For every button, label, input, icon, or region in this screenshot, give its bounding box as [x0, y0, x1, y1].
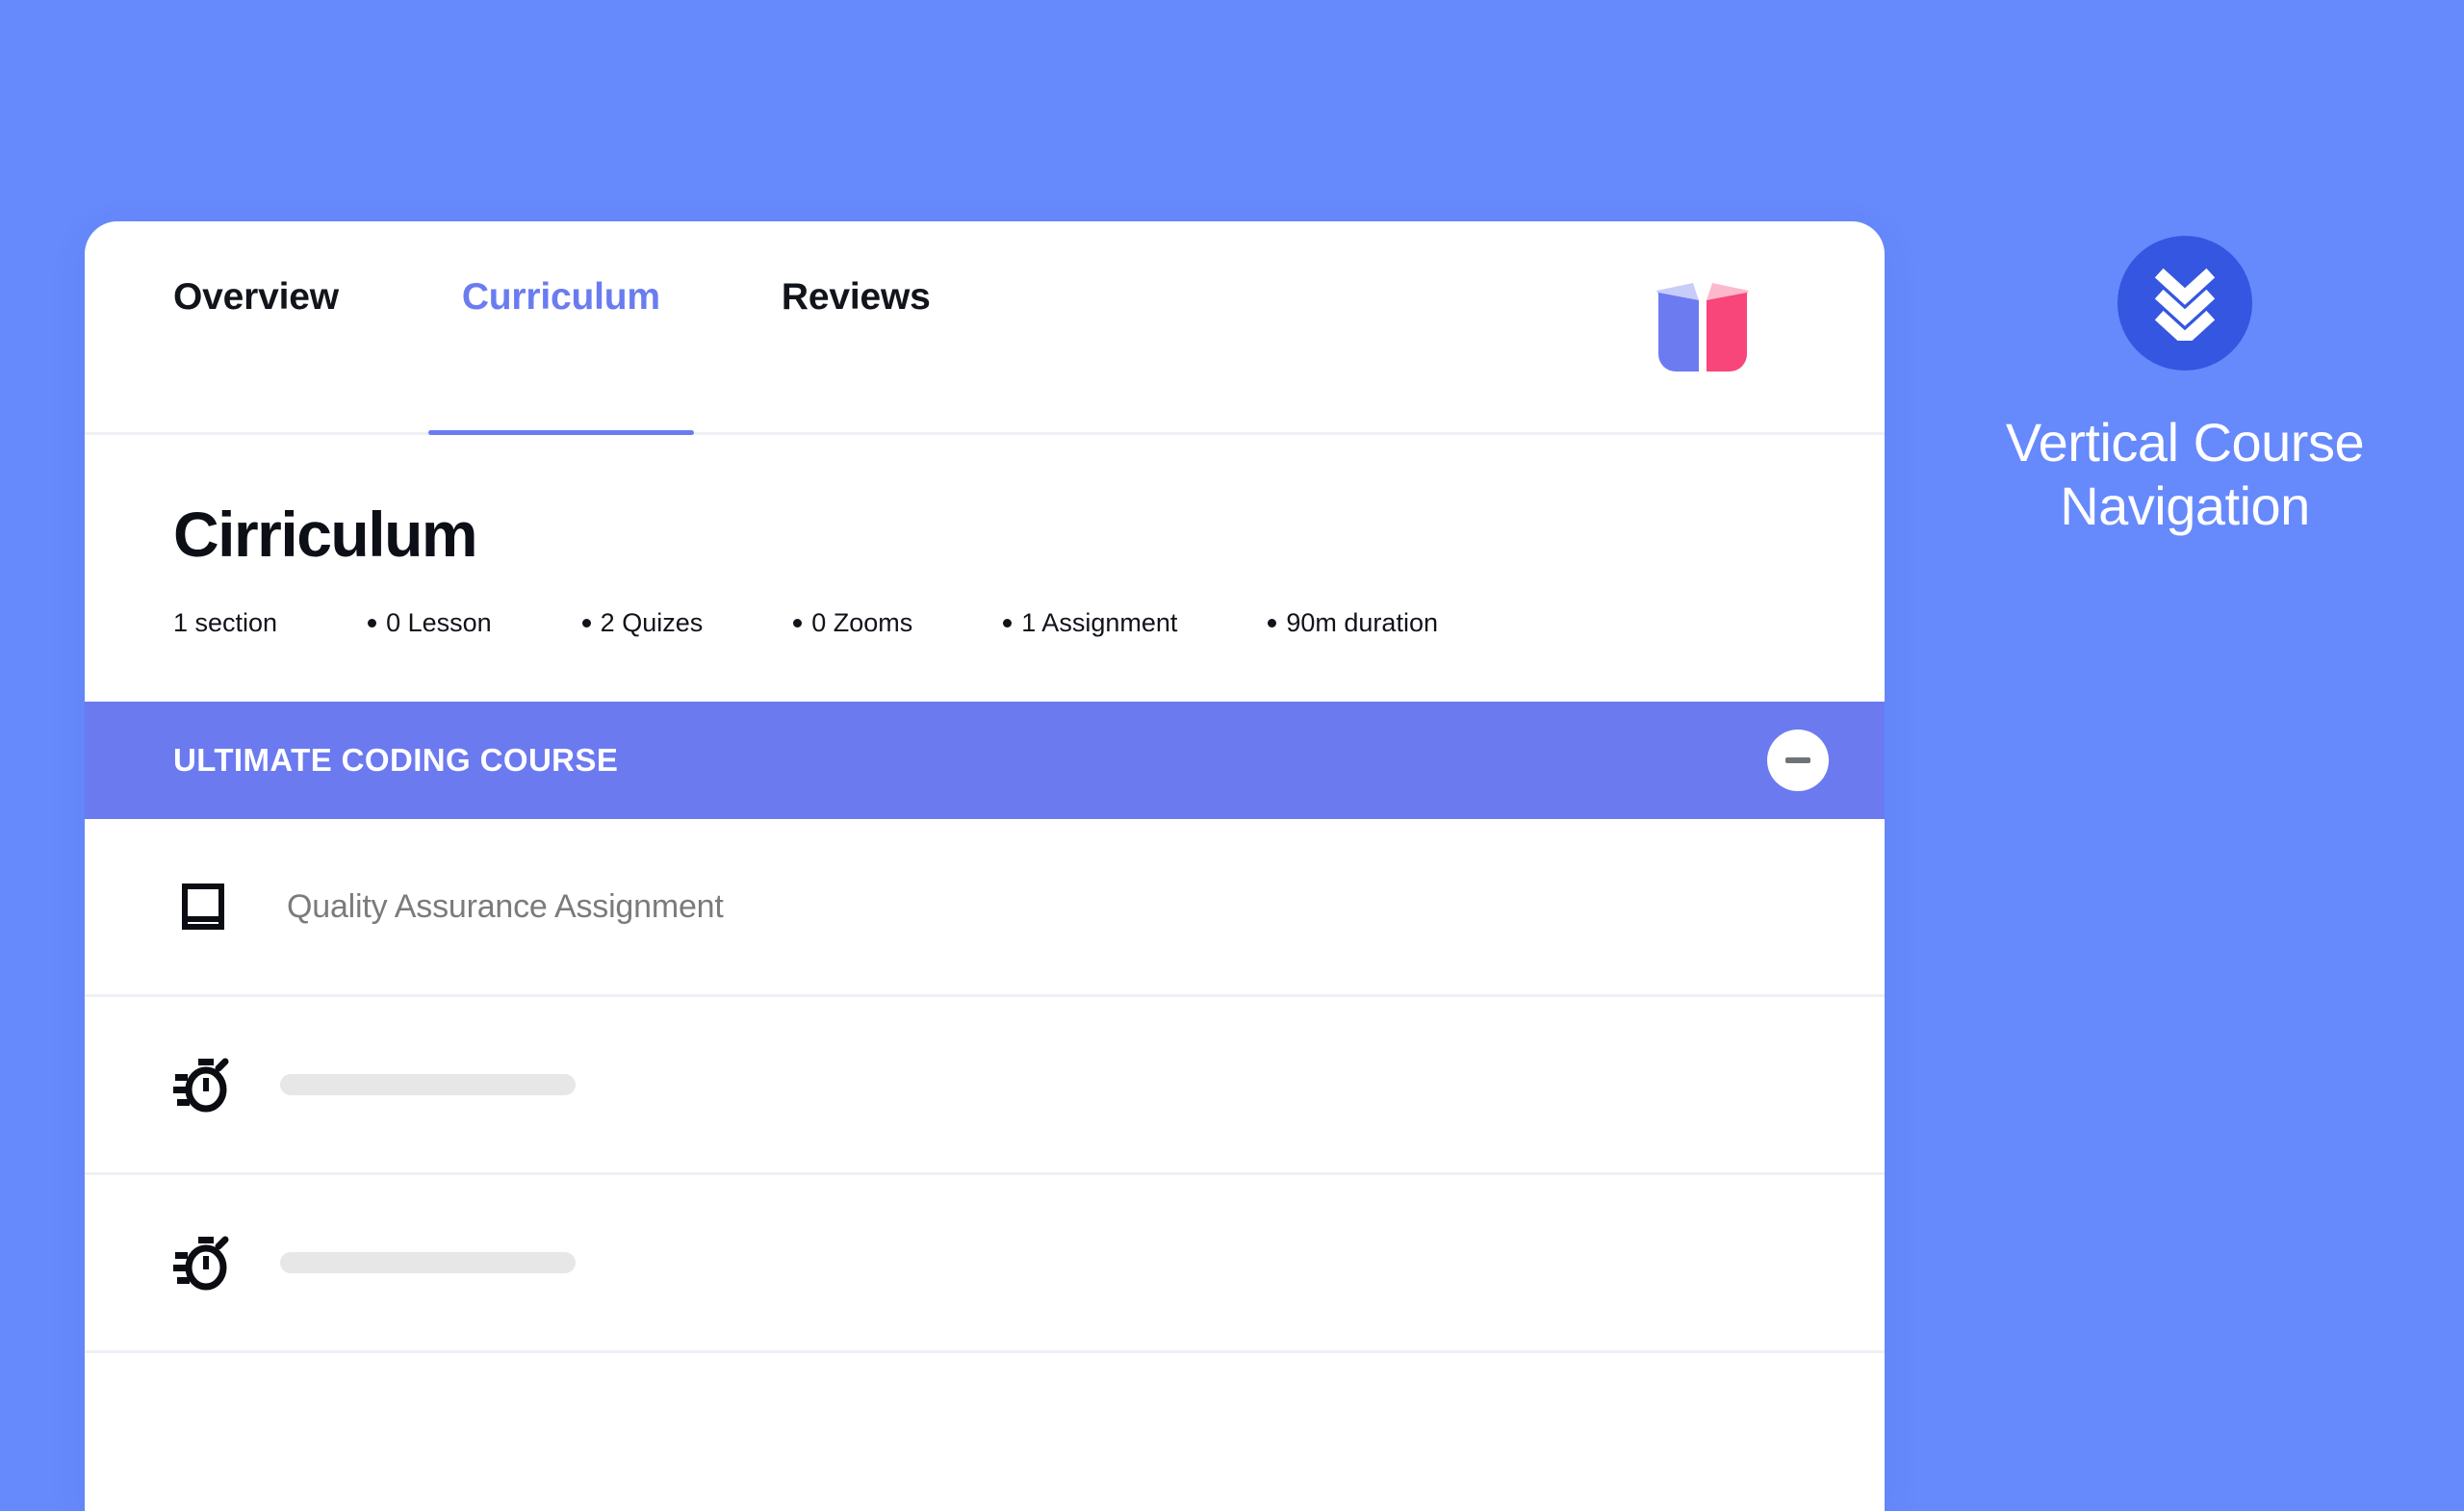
tab-curriculum-label: Curriculum [461, 275, 660, 318]
meta-lesson-count: 0 Lesson [368, 608, 492, 638]
tab-reviews-label: Reviews [781, 275, 931, 318]
tab-bar: Overview Curriculum Reviews [85, 221, 1885, 435]
open-book-icon [1651, 279, 1755, 379]
meta-duration: 90m duration [1268, 608, 1438, 638]
meta-zoom-count-label: 0 Zooms [811, 608, 913, 637]
book-icon [173, 877, 233, 936]
annotation-vertical-course-navigation: Vertical Course Navigation [1944, 236, 2426, 538]
page-title: Cirriculum [173, 499, 478, 570]
lesson-title-placeholder [280, 1074, 576, 1095]
curriculum-heading-block: Cirriculum 1 section 0 Lesson 2 Quizes 0… [85, 435, 1885, 638]
section-title: ULTIMATE CODING COURSE [173, 742, 619, 778]
tab-list: Overview Curriculum Reviews [85, 221, 931, 435]
meta-lesson-count-label: 0 Lesson [386, 608, 492, 637]
course-card: Overview Curriculum Reviews Cirriculum 1… [85, 221, 1885, 1511]
meta-quiz-count-label: 2 Quizes [600, 608, 704, 637]
bullet-icon [1003, 619, 1013, 627]
lesson-row-placeholder-2[interactable] [85, 1175, 1885, 1353]
section-header-ultimate-coding-course[interactable]: ULTIMATE CODING COURSE [85, 702, 1885, 819]
tab-curriculum[interactable]: Curriculum [427, 221, 694, 435]
bullet-icon [368, 619, 377, 627]
meta-section-count: 1 section [173, 608, 277, 638]
bullet-icon [1268, 619, 1277, 627]
tab-overview[interactable]: Overview [173, 221, 339, 432]
meta-section-count-label: 1 section [173, 608, 278, 637]
stopwatch-icon [173, 1055, 233, 1114]
lesson-row-quality-assurance-assignment[interactable]: Quality Assurance Assignment [85, 819, 1885, 997]
section-collapse-button[interactable] [1767, 730, 1829, 791]
lesson-label: Quality Assurance Assignment [287, 887, 724, 925]
annotation-text: Vertical Course Navigation [2005, 412, 2365, 537]
meta-assignment-count-label: 1 Assignment [1021, 608, 1178, 637]
tab-reviews[interactable]: Reviews [782, 221, 931, 432]
meta-assignment-count: 1 Assignment [1003, 608, 1177, 638]
meta-zoom-count: 0 Zooms [793, 608, 912, 638]
course-meta-row: 1 section 0 Lesson 2 Quizes 0 Zooms 1 As… [173, 608, 1885, 638]
double-chevron-down-icon [2118, 236, 2252, 371]
meta-duration-label: 90m duration [1286, 608, 1438, 637]
tab-overview-label: Overview [173, 275, 339, 318]
bullet-icon [793, 619, 803, 627]
stopwatch-icon [173, 1233, 233, 1293]
lesson-row-placeholder-1[interactable] [85, 997, 1885, 1175]
bullet-icon [581, 619, 591, 627]
minus-icon [1785, 757, 1810, 763]
meta-quiz-count: 2 Quizes [581, 608, 704, 638]
lesson-title-placeholder [280, 1252, 576, 1273]
